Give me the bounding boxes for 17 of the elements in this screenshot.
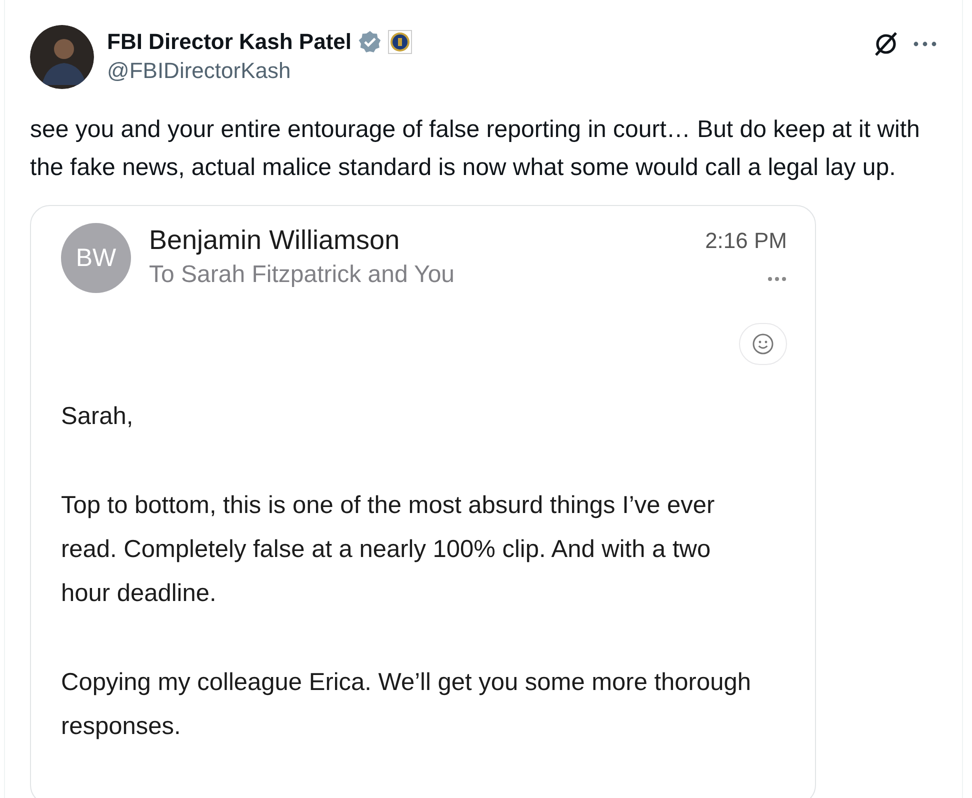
more-icon[interactable]: [913, 41, 937, 47]
seal-icon: [388, 30, 412, 54]
smiley-icon: [752, 333, 774, 355]
email-paragraph: Sarah,: [61, 402, 134, 432]
recipients: To Sarah Fitzpatrick and You: [149, 261, 456, 289]
slashed-circle-icon[interactable]: [873, 31, 899, 57]
email-time: 2:16 PM: [705, 228, 787, 254]
avatar[interactable]: [30, 25, 94, 89]
more-icon: [767, 276, 787, 282]
sender-name: Benjamin Williamson: [149, 225, 401, 256]
author-handle[interactable]: @FBIDirectorKash: [107, 58, 860, 84]
email-paragraph: Top to bottom, this is one of the most absurd things I’ve ever read. Completely false at a nearly 100% clip. And with a two hour deadline.: [61, 491, 716, 609]
author-name[interactable]: FBI Director Kash Patel: [107, 29, 352, 55]
sender-avatar: BW: [61, 223, 131, 293]
post-text: see you and your entire entourage of false reporting in court… But do keep at it with the fake news, actual malice standard is now what some would call a legal lay up.: [30, 115, 921, 183]
email-paragraph: Copying my colleague Erica. We’ll get you some more thorough responses.: [61, 668, 752, 742]
verified-badge-icon: [358, 30, 382, 54]
